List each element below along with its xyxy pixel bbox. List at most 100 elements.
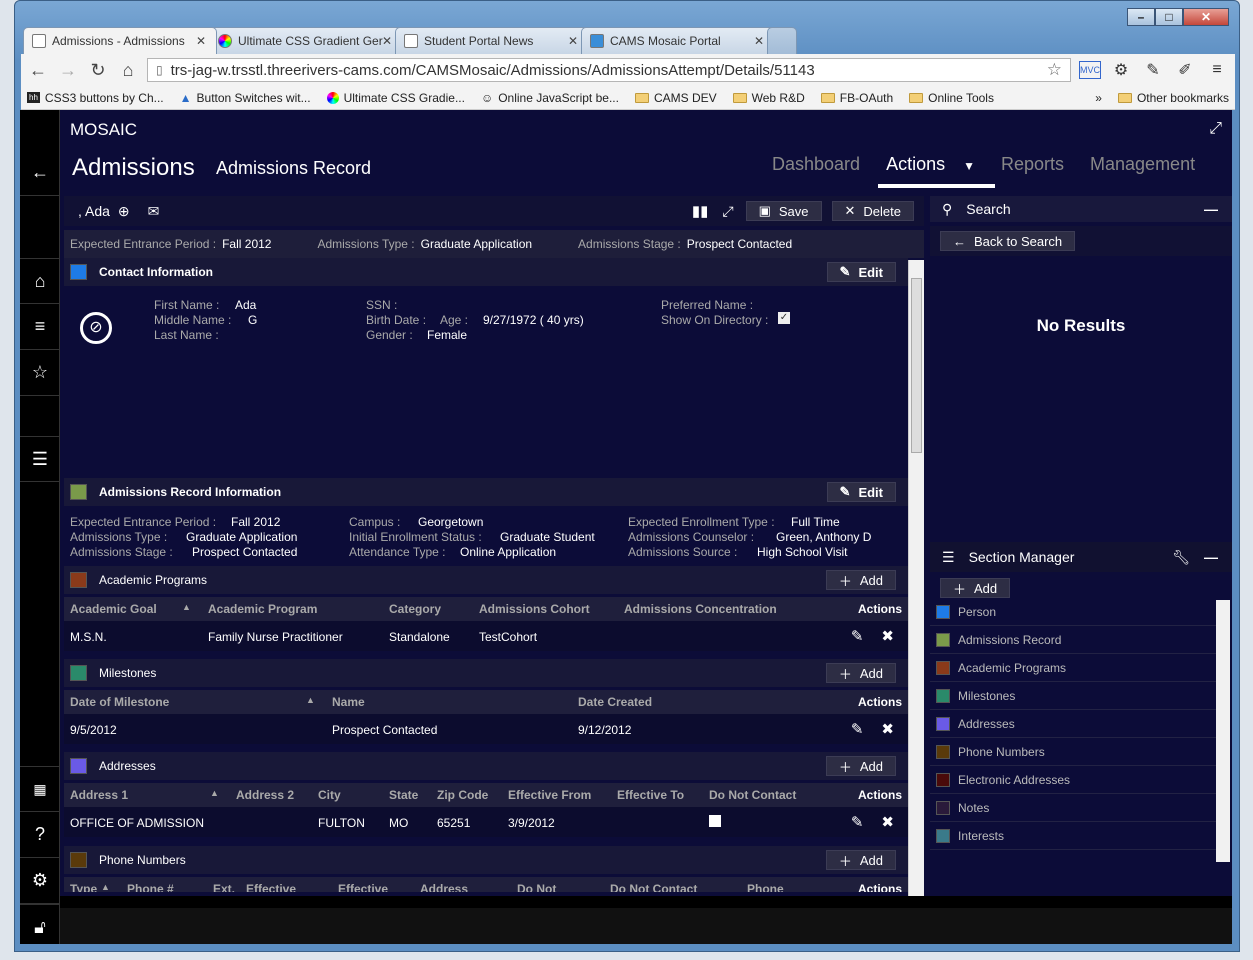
add-milestone-button[interactable]: ＋ Add <box>825 663 896 683</box>
colorpicker-icon[interactable]: ✐ <box>1173 60 1197 80</box>
section-manager-item[interactable]: Electronic Addresses <box>930 766 1216 794</box>
maximize-icon[interactable]: □ <box>1155 8 1183 26</box>
tab-portal-news[interactable]: Student Portal News ✕ <box>395 27 589 54</box>
help-icon[interactable]: ? <box>20 812 60 858</box>
nav-management[interactable]: Management <box>1090 154 1195 175</box>
tab-gradient[interactable]: Ultimate CSS Gradient Ger ✕ <box>209 27 403 54</box>
section-color <box>936 828 950 843</box>
star-icon[interactable]: ☆ <box>20 350 60 396</box>
save-button[interactable]: ▣ Save <box>745 201 822 221</box>
add-program-button[interactable]: ＋ Add <box>825 570 896 590</box>
bookmark[interactable]: Ultimate CSS Gradie... <box>326 91 465 105</box>
delete-icon[interactable]: ✖ <box>881 627 894 645</box>
pencil-icon[interactable]: ✎ <box>851 627 864 645</box>
plus-icon: ＋ <box>953 581 967 597</box>
collapse-icon[interactable]: — <box>1204 549 1218 565</box>
minimize-icon[interactable]: – <box>1127 8 1155 26</box>
section-manager-item[interactable]: Academic Programs <box>930 654 1216 682</box>
close-tab-icon[interactable]: ✕ <box>754 34 764 48</box>
directory-checkbox[interactable]: ✓ <box>778 312 790 324</box>
bookmark[interactable]: CAMS DEV <box>634 91 717 105</box>
sort-up-icon[interactable]: ▲ <box>182 602 191 612</box>
section-list-scrollbar[interactable] <box>1216 600 1230 862</box>
menu-icon[interactable]: ≡ <box>1205 61 1229 79</box>
owl-icon: ☺ <box>480 90 494 105</box>
home-icon[interactable]: ⌂ <box>20 258 60 304</box>
bookmark[interactable]: Online Tools <box>909 91 994 105</box>
delete-icon[interactable]: ✖ <box>881 813 894 831</box>
back-arrow-icon[interactable]: ← <box>20 150 60 196</box>
page-subtitle: Admissions Record <box>216 158 372 178</box>
mvc-extension-icon[interactable]: MVC <box>1079 61 1101 79</box>
pencil-icon[interactable]: ✎ <box>851 720 864 738</box>
sort-up-icon[interactable]: ▲ <box>306 695 315 705</box>
pencil-icon[interactable]: ✎ <box>851 813 864 831</box>
add-section-button[interactable]: ＋ Add <box>940 578 1011 598</box>
fullscreen-icon[interactable]: ⤢ <box>1209 120 1222 138</box>
page-title: Admissions <box>72 154 195 181</box>
settings-icon[interactable]: ⚙ <box>20 858 60 904</box>
forward-icon[interactable]: → <box>57 60 79 81</box>
edit-contact-button[interactable]: ✎ Edit <box>826 262 896 282</box>
section-manager-item[interactable]: Interests <box>930 822 1216 850</box>
mail-icon[interactable]: ✉ <box>148 203 160 220</box>
more-bookmarks[interactable]: » <box>1095 91 1102 105</box>
nav-reports[interactable]: Reports <box>1001 154 1064 175</box>
do-not-contact-checkbox[interactable] <box>709 815 721 827</box>
reload-icon[interactable]: ↻ <box>87 60 109 81</box>
section-manager-item[interactable]: Addresses <box>930 710 1216 738</box>
section-academic-programs: Academic Programs ＋ Add <box>64 566 908 594</box>
add-address-button[interactable]: ＋ Add <box>825 756 896 776</box>
close-icon[interactable]: ✕ <box>1183 8 1229 26</box>
content-scrollbar[interactable] <box>908 260 924 896</box>
home-icon[interactable]: ⌂ <box>117 60 139 81</box>
delete-button[interactable]: ✕ Delete <box>831 201 914 221</box>
address-bar[interactable]: ▯ trs-jag-w.trsstl.threerivers-cams.com/… <box>147 58 1071 82</box>
close-tab-icon[interactable]: ✕ <box>568 34 578 48</box>
collapse-icon[interactable]: — <box>1204 201 1218 217</box>
sort-up-icon[interactable]: ▲ <box>101 882 110 892</box>
bookmark[interactable]: hh CSS3 buttons by Ch... <box>27 91 164 105</box>
plus-icon: ＋ <box>838 573 852 589</box>
close-tab-icon[interactable]: ✕ <box>196 34 206 48</box>
section-manager-item[interactable]: Milestones <box>930 682 1216 710</box>
target-icon[interactable]: ⊕ <box>118 203 130 220</box>
bookmark[interactable]: Web R&D <box>732 91 805 105</box>
wrench-icon[interactable]: 🔧︎ <box>1172 549 1190 566</box>
col-academic-goal[interactable]: Academic Goal <box>70 602 157 616</box>
new-tab-button[interactable] <box>767 27 797 54</box>
section-manager-item[interactable]: Admissions Record <box>930 626 1216 654</box>
close-tab-icon[interactable]: ✕ <box>382 34 392 48</box>
folder-icon <box>1117 92 1132 103</box>
nav-dashboard[interactable]: Dashboard <box>772 154 860 175</box>
expand-icon[interactable]: ⤢ <box>722 203 733 220</box>
pencil-icon: ✎ <box>839 484 851 499</box>
other-bookmarks[interactable]: Other bookmarks <box>1117 91 1229 105</box>
list-icon[interactable]: ≡ <box>20 304 60 350</box>
section-manager-item[interactable]: Phone Numbers <box>930 738 1216 766</box>
bookmark[interactable]: FB-OAuth <box>820 91 893 105</box>
tab-mosaic-portal[interactable]: CAMS Mosaic Portal ✕ <box>581 27 775 54</box>
calendar-icon[interactable]: ▦ <box>20 766 60 812</box>
tab-admissions[interactable]: Admissions - Admissions ✕ <box>23 27 217 54</box>
edit-record-button[interactable]: ✎ Edit <box>826 482 896 502</box>
star-icon[interactable]: ☆ <box>1047 60 1062 80</box>
nav-actions[interactable]: Actions ▼ <box>878 154 995 188</box>
section-color <box>70 572 87 588</box>
section-color <box>936 744 950 759</box>
sort-up-icon[interactable]: ▲ <box>210 788 219 798</box>
gear-icon[interactable]: ⚙ <box>1109 60 1133 80</box>
section-manager-item[interactable]: Person <box>930 598 1216 626</box>
back-to-search-button[interactable]: ← Back to Search <box>940 231 1076 251</box>
unlock-icon[interactable]: 🔓︎ <box>20 904 60 944</box>
eyedropper-icon[interactable]: ✎ <box>1141 60 1165 80</box>
menu-list-icon[interactable]: ☰ <box>20 436 60 482</box>
section-manager-item[interactable]: Notes <box>930 794 1216 822</box>
add-phone-button[interactable]: ＋ Add <box>825 850 896 870</box>
split-view-icon[interactable]: ▮▮ <box>692 202 709 220</box>
bookmark[interactable]: ▲ Button Switches wit... <box>180 91 311 105</box>
bookmark[interactable]: ☺ Online JavaScript be... <box>481 91 619 105</box>
back-icon[interactable]: ← <box>27 60 49 81</box>
scrollbar-thumb[interactable] <box>911 278 922 453</box>
delete-icon[interactable]: ✖ <box>881 720 894 738</box>
